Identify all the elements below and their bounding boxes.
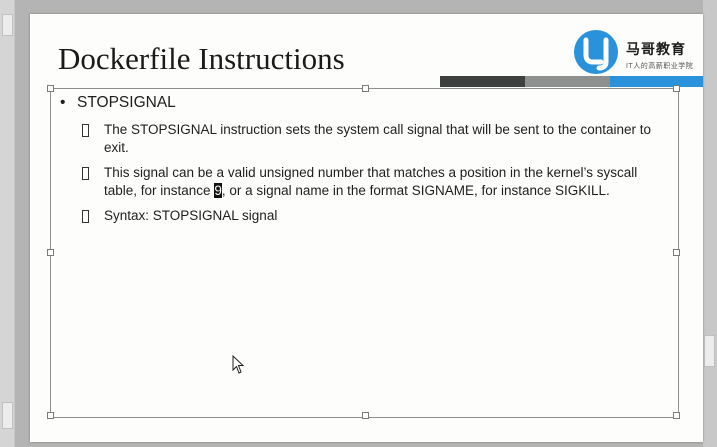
selected-text[interactable]: 9 xyxy=(214,183,222,198)
sub-bullet-item: The STOPSIGNAL instruction sets the syst… xyxy=(57,121,667,157)
company-logo: 马哥教育 IT人的高薪职业学院 xyxy=(572,28,700,78)
right-scroll-thumb[interactable] xyxy=(704,335,715,367)
slide-title[interactable]: Dockerfile Instructions xyxy=(58,41,345,77)
resize-handle-top-right[interactable] xyxy=(673,85,680,92)
content-textbox[interactable]: • STOPSIGNAL The STOPSIGNAL instruction … xyxy=(47,85,680,419)
header-bar-blue xyxy=(610,76,703,87)
bullet-item: • STOPSIGNAL xyxy=(57,93,667,113)
sub-bullet-text-after: , or a signal name in the format SIGNAME… xyxy=(221,183,610,198)
resize-handle-top-center[interactable] xyxy=(362,85,369,92)
square-bullet-icon xyxy=(82,210,89,223)
bullet-heading: STOPSIGNAL xyxy=(77,94,176,111)
resize-handle-bottom-center[interactable] xyxy=(362,412,369,419)
right-scrollbar[interactable] xyxy=(703,0,717,447)
bullet-list: • STOPSIGNAL The STOPSIGNAL instruction … xyxy=(57,93,667,225)
resize-handle-bottom-left[interactable] xyxy=(47,412,54,419)
resize-handle-bottom-right[interactable] xyxy=(673,412,680,419)
sub-bullet-item: Syntax: STOPSIGNAL signal xyxy=(57,207,667,225)
square-bullet-icon xyxy=(82,167,89,180)
sub-bullet-text: Syntax: STOPSIGNAL signal xyxy=(104,208,278,223)
left-scroll-thumb-bottom[interactable] xyxy=(2,402,13,429)
header-bar-dark xyxy=(440,76,525,87)
sub-bullet-item: This signal can be a valid unsigned numb… xyxy=(57,164,667,200)
resize-handle-middle-right[interactable] xyxy=(673,249,680,256)
logo-circle-icon xyxy=(574,30,618,74)
slide-canvas[interactable]: Dockerfile Instructions 马哥教育 IT人的高薪职业学院 … xyxy=(30,14,703,442)
resize-handle-top-left[interactable] xyxy=(47,85,54,92)
logo-name: 马哥教育 xyxy=(626,42,686,58)
left-panel-strip xyxy=(0,0,15,447)
bullet-dot-icon: • xyxy=(60,94,66,111)
header-bar-gray xyxy=(525,76,610,87)
square-bullet-icon xyxy=(82,124,89,137)
logo-slogan: IT人的高薪职业学院 xyxy=(626,63,694,70)
sub-bullet-text: The STOPSIGNAL instruction sets the syst… xyxy=(104,122,652,155)
left-scroll-thumb[interactable] xyxy=(2,14,13,36)
resize-handle-middle-left[interactable] xyxy=(47,249,54,256)
mouse-cursor-icon xyxy=(232,355,245,374)
